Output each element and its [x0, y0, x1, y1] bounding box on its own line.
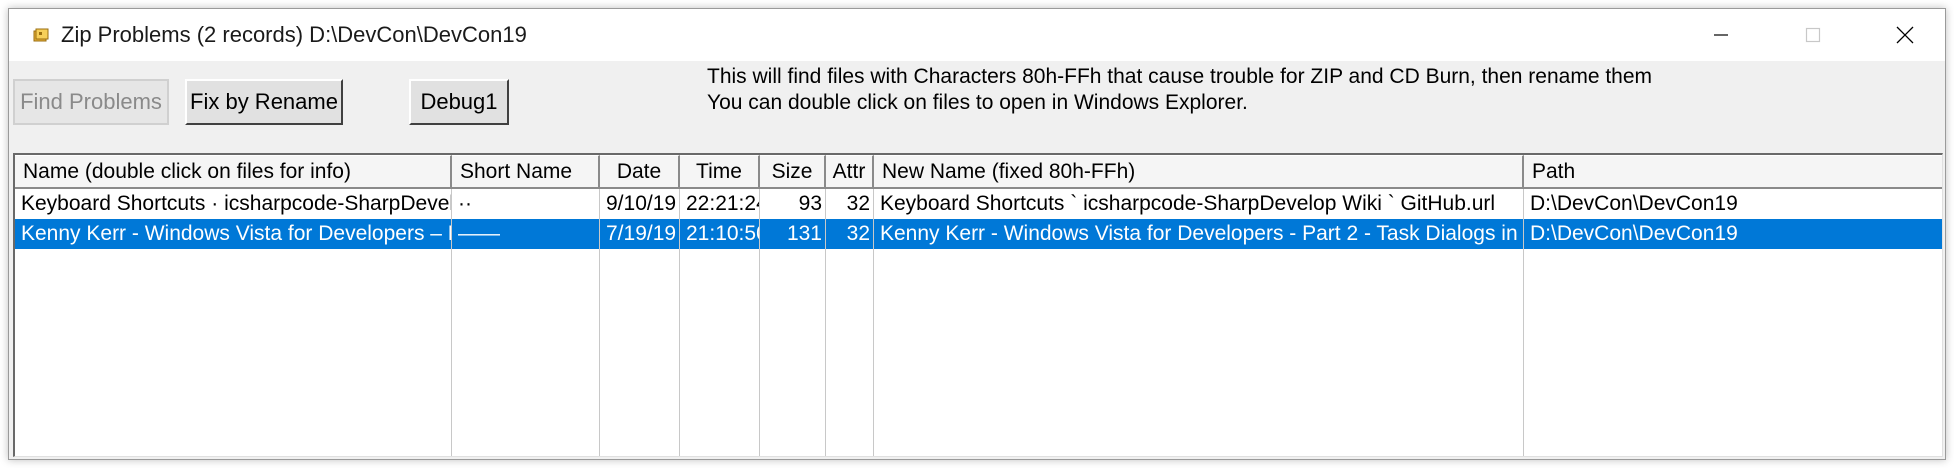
list-header: Name (double click on files for info) Sh…	[15, 155, 1942, 189]
maximize-button[interactable]	[1767, 9, 1859, 61]
cell-size: 93	[798, 192, 822, 215]
column-header-time[interactable]: Time	[680, 155, 760, 189]
info-line-2: You can double click on files to open in…	[707, 91, 1248, 114]
cell-name: Keyboard Shortcuts · icsharpcode-SharpDe…	[21, 192, 452, 215]
title-bar[interactable]: Zip Problems (2 records) D:\DevCon\DevCo…	[9, 9, 1945, 61]
column-header-attr[interactable]: Attr	[826, 155, 874, 189]
column-divider	[873, 189, 874, 456]
close-button[interactable]	[1859, 9, 1945, 61]
table-row[interactable]: Keyboard Shortcuts · icsharpcode-SharpDe…	[15, 189, 1942, 219]
problem-files-list[interactable]: Name (double click on files for info) Sh…	[13, 153, 1943, 457]
cell-short-name: ··	[458, 192, 472, 215]
column-header-new-name[interactable]: New Name (fixed 80h-FFh)	[874, 155, 1524, 189]
close-icon	[1896, 26, 1914, 44]
cell-name: Kenny Kerr - Windows Vista for Developer…	[21, 222, 452, 245]
cell-attr: 32	[846, 222, 870, 245]
maximize-icon	[1805, 27, 1821, 43]
folder-zip-icon	[33, 28, 49, 42]
fix-by-rename-button[interactable]: Fix by Rename	[185, 79, 343, 125]
column-header-path[interactable]: Path	[1524, 155, 1942, 189]
column-header-size[interactable]: Size	[760, 155, 826, 189]
cell-time: 21:10:50	[686, 222, 760, 245]
cell-path: D:\DevCon\DevCon19	[1530, 222, 1738, 245]
cell-short-name: ——	[458, 222, 500, 245]
column-header-name[interactable]: Name (double click on files for info)	[15, 155, 452, 189]
zip-problems-window: Zip Problems (2 records) D:\DevCon\DevCo…	[8, 8, 1946, 460]
column-divider	[451, 189, 452, 456]
column-divider	[1523, 189, 1524, 456]
cell-time: 22:21:24	[686, 192, 760, 215]
minimize-icon	[1714, 34, 1728, 36]
find-problems-button[interactable]: Find Problems	[13, 79, 169, 125]
cell-size: 131	[786, 222, 822, 245]
debug1-button[interactable]: Debug1	[409, 79, 509, 125]
info-line-1: This will find files with Characters 80h…	[707, 65, 1653, 88]
minimize-button[interactable]	[1675, 9, 1767, 61]
cell-path: D:\DevCon\DevCon19	[1530, 192, 1738, 215]
column-divider	[825, 189, 826, 456]
column-header-date[interactable]: Date	[600, 155, 680, 189]
cell-date: 9/10/19	[606, 192, 677, 215]
cell-new-name: Kenny Kerr - Windows Vista for Developer…	[880, 222, 1524, 245]
table-row-selected[interactable]: Kenny Kerr - Windows Vista for Developer…	[15, 219, 1942, 249]
window-title: Zip Problems (2 records) D:\DevCon\DevCo…	[61, 22, 527, 47]
cell-attr: 32	[846, 192, 870, 215]
cell-date: 7/19/19	[606, 222, 677, 245]
cell-new-name: Keyboard Shortcuts ` icsharpcode-SharpDe…	[880, 192, 1496, 215]
column-divider	[599, 189, 600, 456]
column-divider	[759, 189, 760, 456]
column-header-short-name[interactable]: Short Name	[452, 155, 600, 189]
column-divider	[679, 189, 680, 456]
